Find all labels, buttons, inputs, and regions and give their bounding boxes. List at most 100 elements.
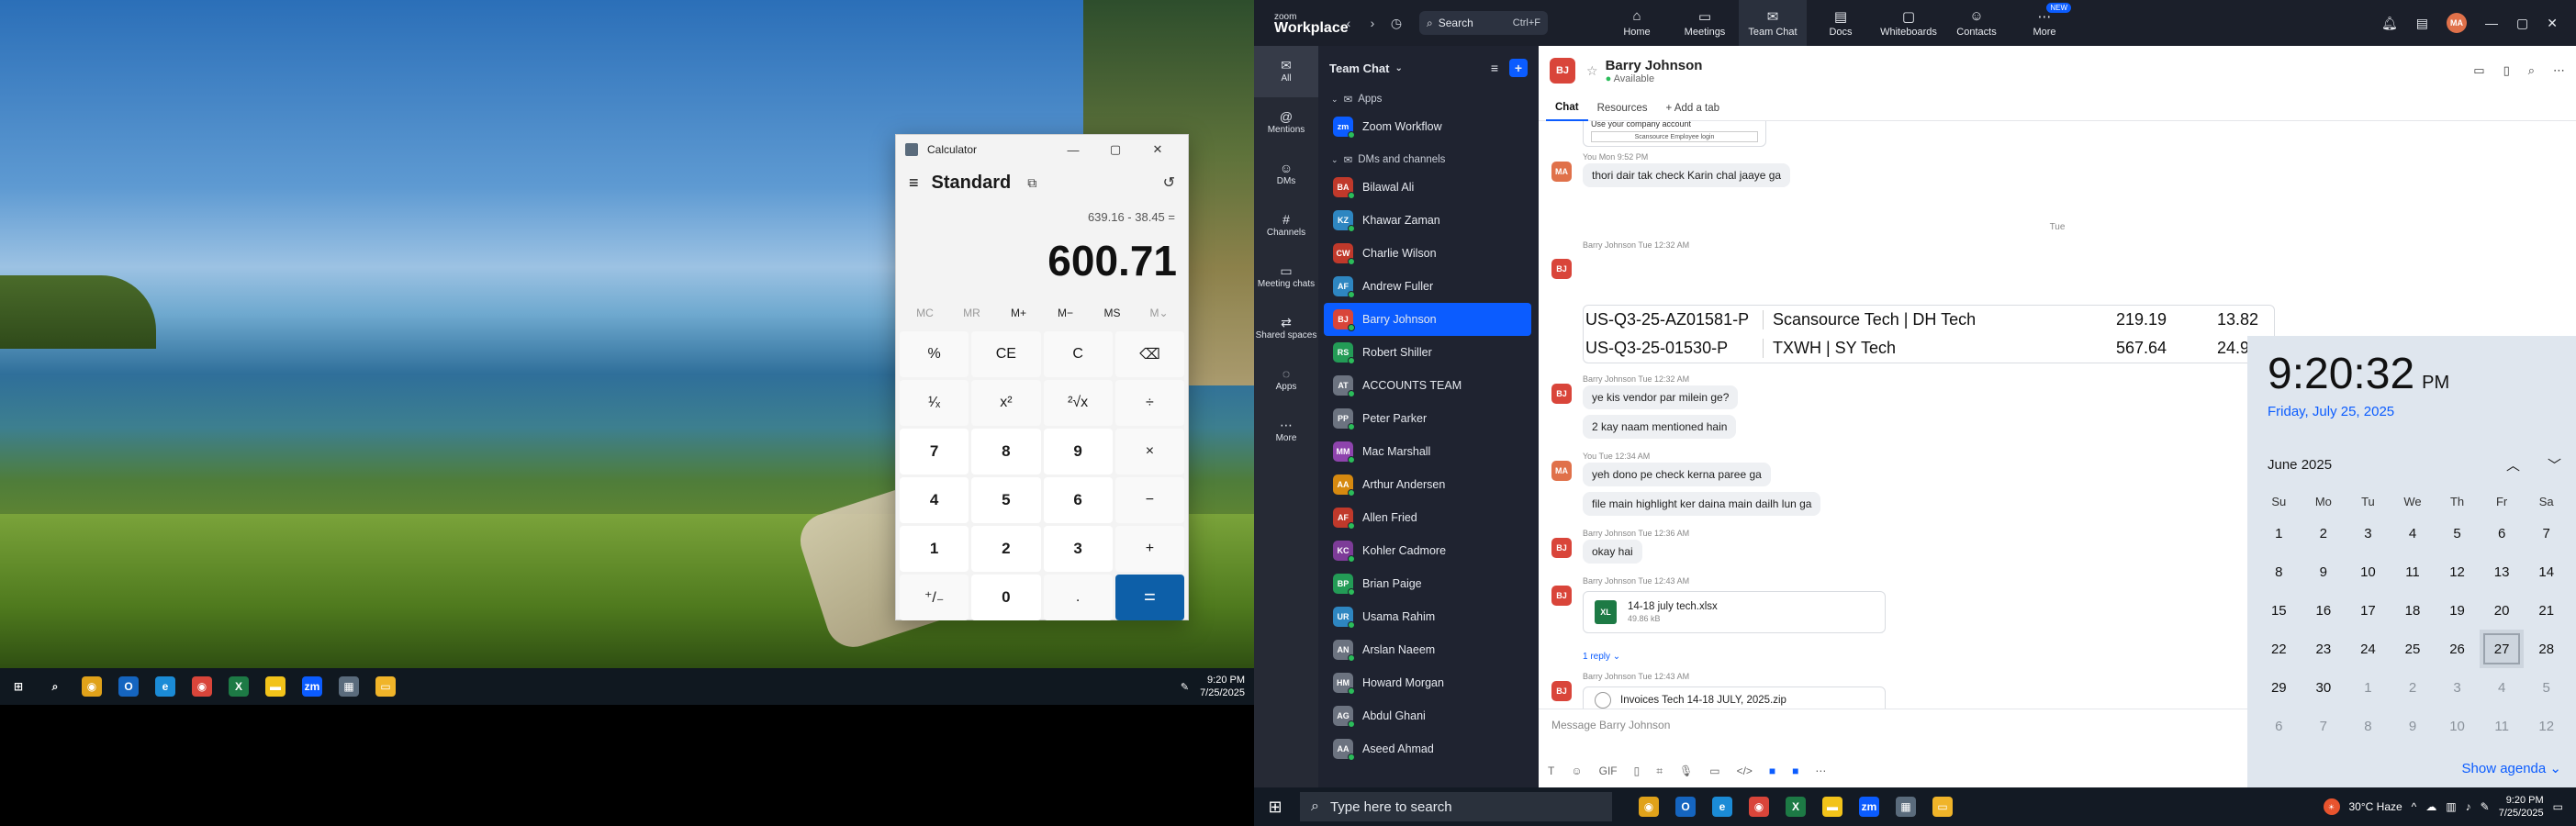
calc-key[interactable]: 7 bbox=[900, 429, 969, 474]
calc-key[interactable]: 2 bbox=[971, 526, 1041, 572]
calc-key[interactable]: 1 bbox=[900, 526, 969, 572]
search-icon[interactable]: ⌕ bbox=[2528, 63, 2535, 78]
notification-icon[interactable]: ▭ bbox=[2553, 800, 2563, 813]
calc-key[interactable]: ÷ bbox=[1114, 380, 1184, 426]
calc-key[interactable]: 3 bbox=[1043, 526, 1113, 572]
calendar-day[interactable]: 20 bbox=[2480, 591, 2525, 630]
calc-key[interactable]: % bbox=[900, 331, 969, 377]
chat-list-title[interactable]: Team Chat bbox=[1329, 61, 1390, 75]
message-text[interactable]: thori dair tak check Karin chal jaaye ga bbox=[1583, 163, 1791, 187]
taskbar-app[interactable]: ▦ bbox=[1887, 788, 1924, 825]
more-options-icon[interactable]: ⋯ bbox=[1815, 765, 1826, 778]
calendar-day[interactable]: 3 bbox=[2435, 668, 2480, 707]
nav-more[interactable]: ⋯ More NEW bbox=[2010, 0, 2078, 46]
taskbar-app[interactable]: ⌕ bbox=[37, 668, 73, 705]
taskbar-app[interactable]: ▭ bbox=[1924, 788, 1961, 825]
taskbar-app[interactable]: e bbox=[1704, 788, 1741, 825]
rail-shared-spaces[interactable]: ⇄ Shared spaces bbox=[1254, 303, 1318, 354]
taskbar-app[interactable]: zm bbox=[294, 668, 330, 705]
calendar-day[interactable]: 1 bbox=[2257, 514, 2302, 553]
weather-icon[interactable]: ☀ bbox=[2323, 798, 2340, 815]
back-arrow-icon[interactable]: ‹ bbox=[1337, 16, 1361, 30]
calendar-day[interactable]: 26 bbox=[2435, 630, 2480, 668]
calc-key[interactable]: ⁺/₋ bbox=[900, 575, 969, 620]
maximize-icon[interactable]: ▢ bbox=[2516, 16, 2528, 31]
calendar-day[interactable]: 6 bbox=[2257, 707, 2302, 745]
message-text[interactable]: file main highlight ker daina main dailh… bbox=[1583, 492, 1821, 516]
avatar[interactable]: BJ bbox=[1551, 259, 1572, 279]
avatar[interactable]: MA bbox=[1551, 162, 1572, 182]
chat-list-item[interactable]: BA Bilawal Ali bbox=[1318, 171, 1531, 204]
taskbar-app[interactable]: ⊞ bbox=[0, 668, 37, 705]
calc-key[interactable]: − bbox=[1114, 477, 1184, 523]
calendar-day[interactable]: 2 bbox=[2391, 668, 2436, 707]
tab-2[interactable]: + Add a tab bbox=[1657, 95, 1730, 121]
memory-button[interactable]: M+ bbox=[995, 307, 1042, 319]
calendar-day[interactable]: 18 bbox=[2391, 591, 2436, 630]
nav-team-chat[interactable]: ✉ Team Chat bbox=[1739, 0, 1807, 46]
notes-icon[interactable]: ▤ bbox=[2416, 16, 2428, 31]
calc-key[interactable]: ²√x bbox=[1043, 380, 1113, 426]
file-attachment[interactable]: Invoices Tech 14-18 JULY, 2025.zip bbox=[1583, 686, 1886, 709]
calendar-day[interactable]: 24 bbox=[2346, 630, 2391, 668]
rail-mentions[interactable]: @ Mentions bbox=[1254, 97, 1318, 149]
taskbar-app[interactable]: ▦ bbox=[330, 668, 367, 705]
calendar-day[interactable]: 12 bbox=[2435, 553, 2480, 591]
chat-list-item[interactable]: CW Charlie Wilson bbox=[1318, 237, 1531, 270]
nav-home[interactable]: ⌂ Home bbox=[1603, 0, 1671, 46]
calendar-day[interactable]: 16 bbox=[2302, 591, 2346, 630]
nav-whiteboards[interactable]: ▢ Whiteboards bbox=[1875, 0, 1943, 46]
calendar-day[interactable]: 11 bbox=[2391, 553, 2436, 591]
chat-list-item[interactable]: MM Mac Marshall bbox=[1318, 435, 1531, 468]
taskbar-app[interactable]: zm bbox=[1851, 788, 1887, 825]
chat-list-item[interactable]: AA Aseed Ahmad bbox=[1318, 732, 1531, 765]
chevron-up-icon[interactable]: ^ bbox=[2412, 800, 2417, 813]
contact-avatar[interactable]: BJ bbox=[1550, 58, 1575, 84]
taskbar-app[interactable]: O bbox=[110, 668, 147, 705]
minimize-icon[interactable]: — bbox=[2485, 16, 2498, 30]
nav-contacts[interactable]: ☺ Contacts bbox=[1943, 0, 2010, 46]
calendar-day[interactable]: 4 bbox=[2391, 514, 2436, 553]
chat-list-item[interactable]: KZ Khawar Zaman bbox=[1318, 204, 1531, 237]
calendar-day[interactable]: 5 bbox=[2435, 514, 2480, 553]
calendar-day[interactable]: 19 bbox=[2435, 591, 2480, 630]
calendar-day[interactable]: 9 bbox=[2391, 707, 2436, 745]
calendar-day[interactable]: 25 bbox=[2391, 630, 2436, 668]
memory-button[interactable]: M− bbox=[1042, 307, 1089, 319]
calendar-month-label[interactable]: June 2025 bbox=[2268, 457, 2332, 473]
calendar-full-date[interactable]: Friday, July 25, 2025 bbox=[2268, 404, 2394, 419]
more-options-icon[interactable]: ⋯ bbox=[2553, 63, 2565, 78]
calc-key[interactable]: 9 bbox=[1043, 429, 1113, 474]
network-icon[interactable]: ▥ bbox=[2446, 800, 2456, 813]
calendar-day[interactable]: 14 bbox=[2524, 553, 2569, 591]
new-chat-button[interactable]: + bbox=[1509, 59, 1528, 77]
left-tray-clock[interactable]: 9:20 PM 7/25/2025 bbox=[1200, 674, 1245, 699]
calc-key[interactable]: ⌫ bbox=[1114, 331, 1184, 377]
calendar-day[interactable]: 3 bbox=[2346, 514, 2391, 553]
calendar-day[interactable]: 7 bbox=[2524, 514, 2569, 553]
calendar-day[interactable]: 8 bbox=[2346, 707, 2391, 745]
nav-meetings[interactable]: ▭ Meetings bbox=[1671, 0, 1739, 46]
maximize-icon[interactable]: ▢ bbox=[1094, 135, 1137, 164]
emoji-icon[interactable]: ☺ bbox=[1571, 765, 1582, 778]
message-text[interactable]: 2 kay naam mentioned hain bbox=[1583, 415, 1737, 439]
hamburger-menu-icon[interactable]: ≡ bbox=[909, 173, 919, 193]
tab-1[interactable]: Resources bbox=[1588, 95, 1657, 121]
avatar[interactable]: BJ bbox=[1551, 586, 1572, 606]
close-icon[interactable]: ✕ bbox=[1137, 135, 1179, 164]
show-agenda-link[interactable]: Show agenda ⌄ bbox=[2462, 760, 2562, 776]
calendar-day[interactable]: 4 bbox=[2480, 668, 2525, 707]
rail-all[interactable]: ✉ All bbox=[1254, 46, 1318, 97]
onedrive-icon[interactable]: ☁ bbox=[2425, 800, 2436, 813]
zoom-search-box[interactable]: ⌕ Search Ctrl+F bbox=[1419, 11, 1548, 35]
forward-arrow-icon[interactable]: › bbox=[1361, 16, 1384, 30]
memory-button[interactable]: MC bbox=[902, 307, 948, 319]
calendar-day[interactable]: 6 bbox=[2480, 514, 2525, 553]
calendar-day[interactable]: 8 bbox=[2257, 553, 2302, 591]
calc-key[interactable]: ¹⁄ₓ bbox=[900, 380, 969, 426]
video-call-icon[interactable]: ▭ bbox=[2473, 63, 2484, 78]
taskbar-search-box[interactable]: ⌕ Type here to search bbox=[1300, 792, 1612, 821]
audio-message-icon[interactable]: 🎙︎ bbox=[1679, 765, 1693, 778]
minimize-icon[interactable]: — bbox=[1052, 135, 1094, 164]
taskbar-app[interactable]: ▭ bbox=[367, 668, 404, 705]
